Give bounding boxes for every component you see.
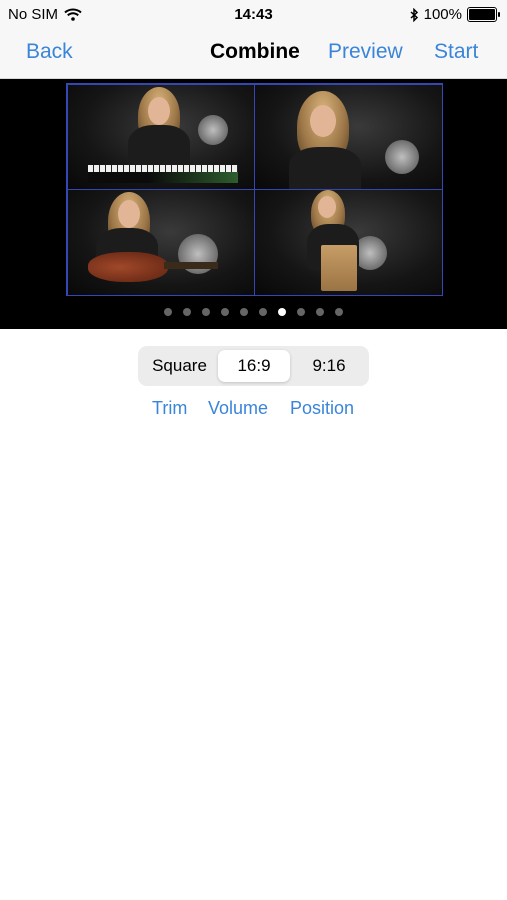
aspect-ratio-control: Square 16:9 9:16: [138, 346, 369, 386]
page-dot[interactable]: [335, 308, 343, 316]
page-indicator[interactable]: [0, 308, 507, 320]
video-preview[interactable]: [0, 79, 507, 329]
volume-button[interactable]: Volume: [208, 398, 268, 419]
segment-9-16[interactable]: 9:16: [293, 350, 365, 382]
page-dot[interactable]: [183, 308, 191, 316]
page-title: Combine: [210, 40, 300, 63]
battery-percent: 100%: [423, 6, 462, 23]
page-dot[interactable]: [316, 308, 324, 316]
position-button[interactable]: Position: [290, 398, 354, 419]
bluetooth-icon: [410, 7, 418, 22]
page-dot-active[interactable]: [278, 308, 286, 316]
page-dot[interactable]: [164, 308, 172, 316]
back-button[interactable]: Back: [26, 40, 73, 64]
status-right: 100%: [410, 6, 500, 23]
video-tile-singer[interactable]: [254, 84, 443, 190]
status-bar: No SIM 14:43 100%: [0, 0, 507, 28]
preview-button[interactable]: Preview: [328, 40, 403, 64]
edit-links: Trim Volume Position: [0, 398, 507, 420]
video-grid: [66, 83, 443, 296]
navigation-bar: Back Combine Preview Start: [0, 28, 507, 79]
page-dot[interactable]: [221, 308, 229, 316]
video-tile-guitar[interactable]: [67, 189, 255, 296]
trim-button[interactable]: Trim: [152, 398, 187, 419]
segment-square[interactable]: Square: [142, 350, 217, 382]
page-dot[interactable]: [202, 308, 210, 316]
video-tile-keyboard[interactable]: [67, 84, 255, 190]
start-button[interactable]: Start: [434, 40, 478, 64]
page-dot[interactable]: [240, 308, 248, 316]
segment-16-9[interactable]: 16:9: [218, 350, 290, 382]
page-dot[interactable]: [297, 308, 305, 316]
page-dot[interactable]: [259, 308, 267, 316]
video-tile-cajon[interactable]: [254, 189, 443, 296]
battery-icon: [467, 7, 500, 22]
